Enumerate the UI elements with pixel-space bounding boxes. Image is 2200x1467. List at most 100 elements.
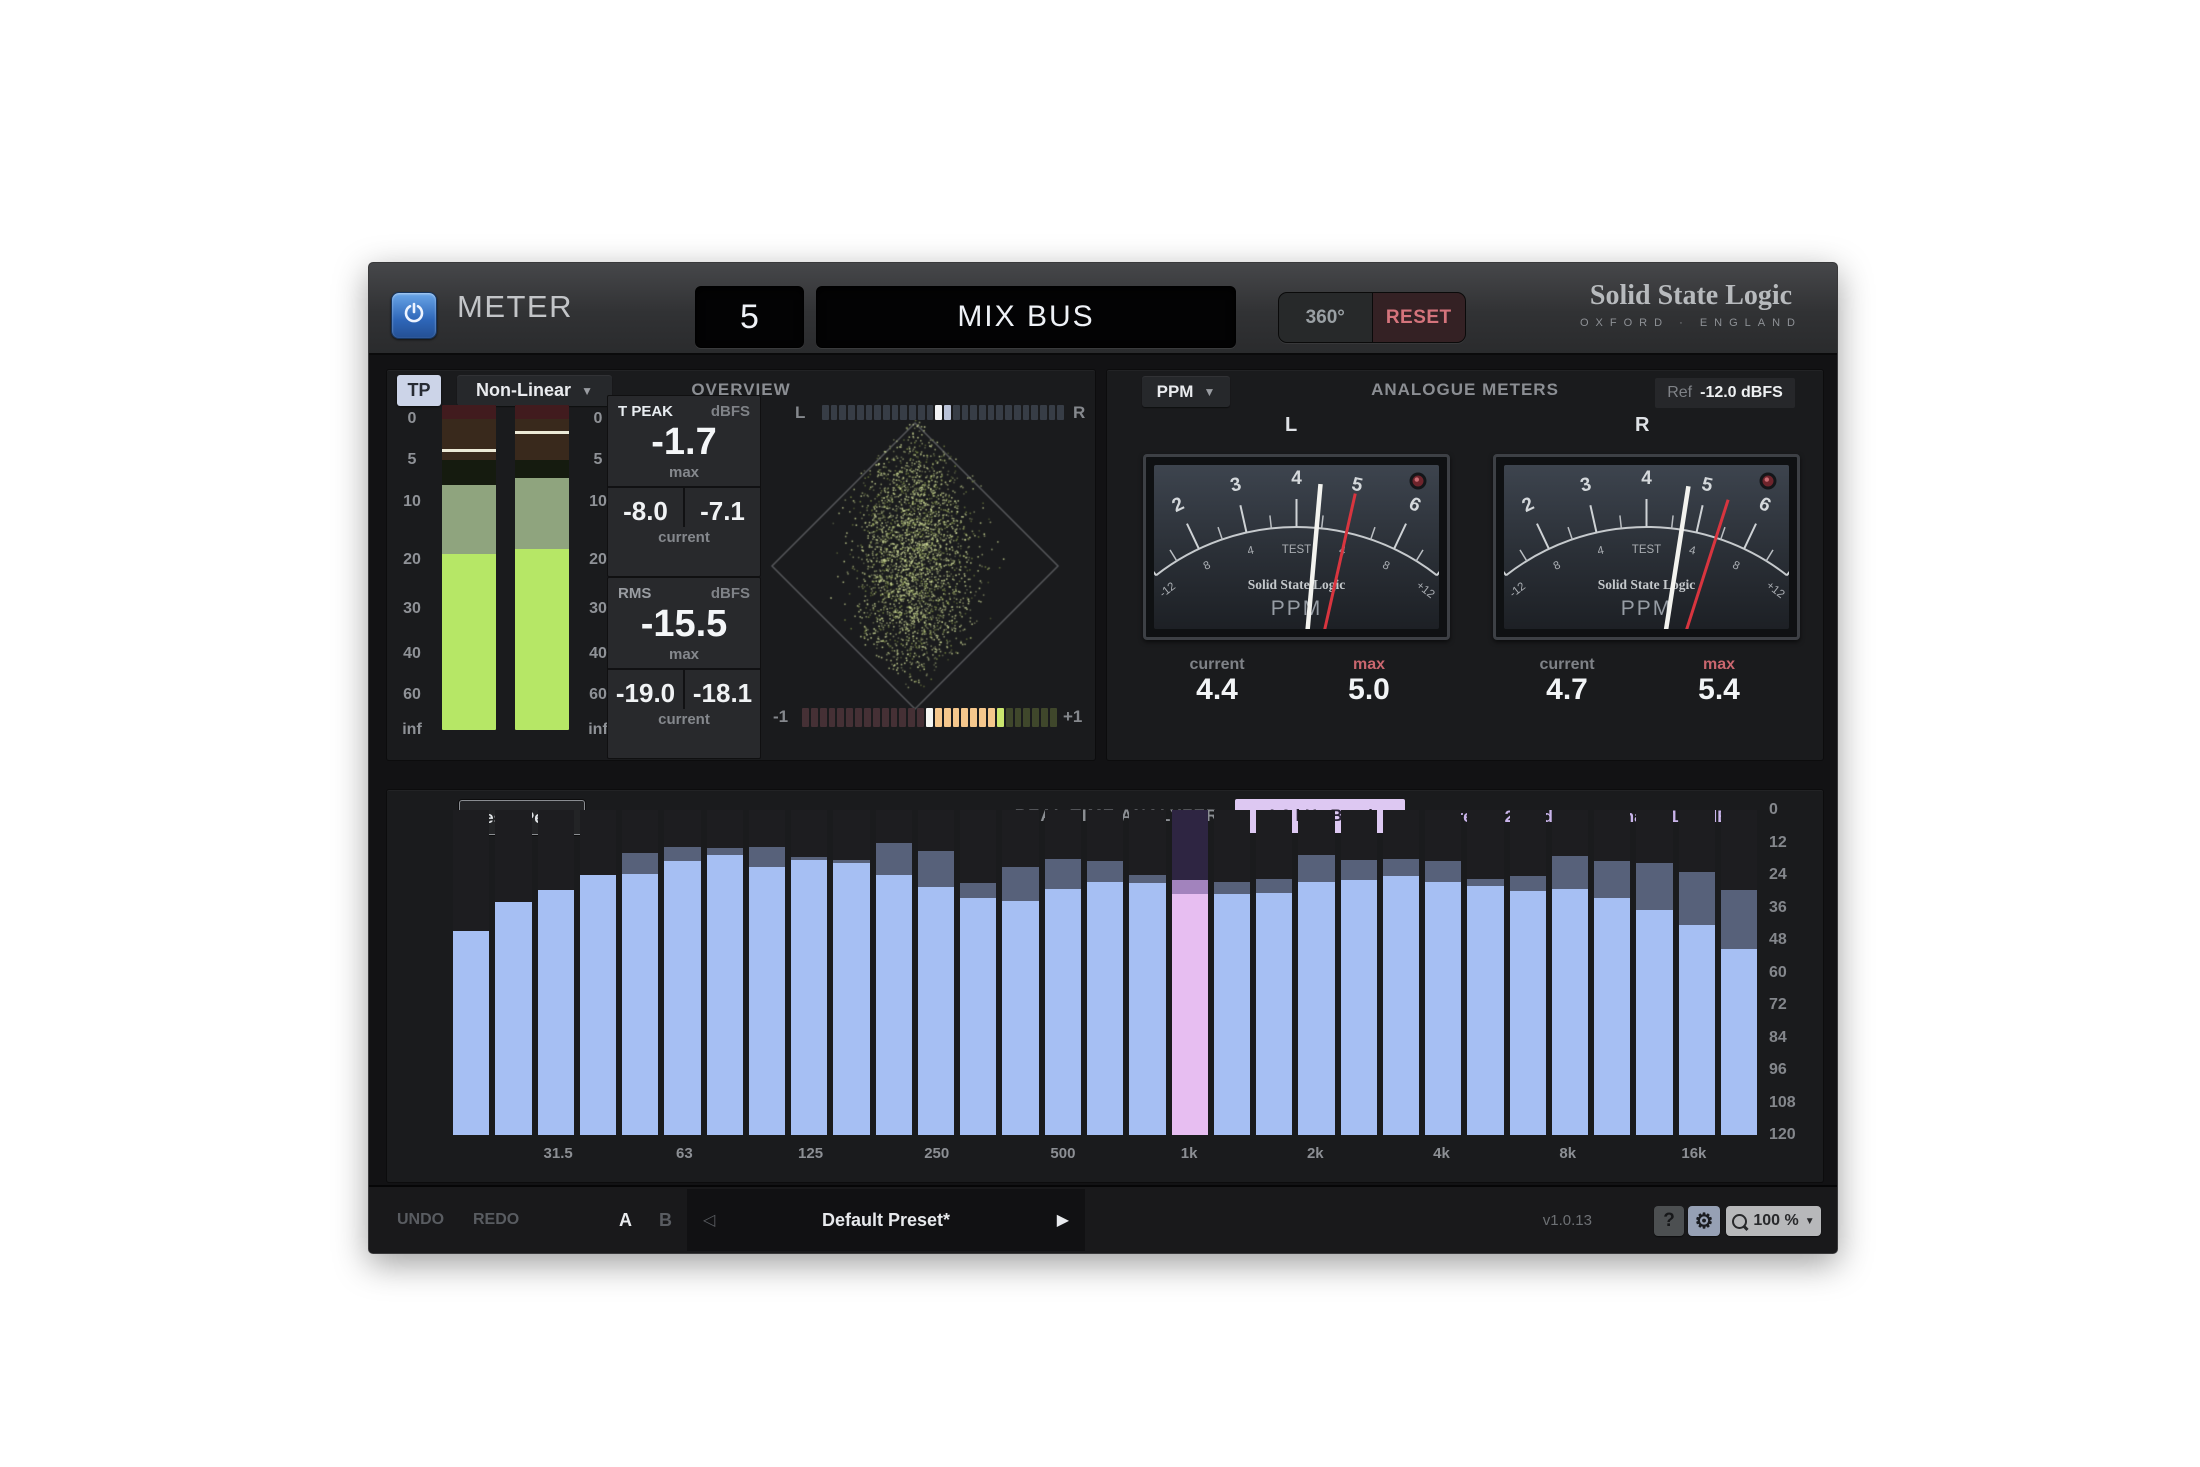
rta-level-bar — [1425, 882, 1461, 1135]
rta-peak-cap — [1594, 861, 1630, 898]
rta-level-bar — [1636, 910, 1672, 1135]
svg-text:4: 4 — [1291, 468, 1302, 489]
rta-band-16k[interactable] — [1679, 810, 1715, 1135]
rta-peak-cap — [664, 847, 700, 862]
rta-band-20[interactable] — [453, 810, 489, 1135]
rta-db-tick: 72 — [1769, 996, 1809, 1014]
balance-segment — [866, 405, 873, 420]
correlation-segment — [908, 708, 915, 727]
analog-max-value: 5.4 — [1698, 673, 1740, 707]
rta-band-40[interactable] — [580, 810, 616, 1135]
rta-level-bar — [538, 890, 574, 1135]
arrow-left-icon[interactable]: ◁ — [703, 1210, 715, 1230]
rta-peak-cap — [1510, 876, 1546, 891]
meter-scale-tick: inf — [393, 721, 431, 739]
rms-current-left: -19.0 — [608, 670, 685, 709]
analogue-mode-dropdown[interactable]: PPM ▼ — [1142, 376, 1230, 407]
rta-band-80[interactable] — [707, 810, 743, 1135]
redo-button[interactable]: REDO — [473, 1187, 519, 1253]
rta-band-1k[interactable] — [1172, 810, 1208, 1135]
rta-band-1.6k[interactable] — [1256, 810, 1292, 1135]
rta-band-250[interactable] — [918, 810, 954, 1135]
rta-band-10k[interactable] — [1594, 810, 1630, 1135]
ssl-logo-subtext: OXFORD · ENGLAND — [1567, 317, 1815, 329]
rta-band-1.25k[interactable] — [1214, 810, 1250, 1135]
rta-band-200[interactable] — [876, 810, 912, 1135]
correlation-segment — [979, 708, 986, 727]
rta-band-50[interactable] — [622, 810, 658, 1135]
rta-level-bar — [1298, 882, 1334, 1135]
undo-button[interactable]: UNDO — [397, 1187, 444, 1253]
correlation-segment — [855, 708, 862, 727]
rta-band-12.5k[interactable] — [1636, 810, 1672, 1135]
ab-compare-a[interactable]: A — [619, 1187, 632, 1253]
ab-compare-b[interactable]: B — [659, 1187, 672, 1253]
balance-segment — [1049, 405, 1056, 420]
rta-level-bar — [1002, 901, 1038, 1135]
meter-scale-tick: 10 — [393, 493, 431, 511]
rta-freq-tick: 63 — [649, 1145, 719, 1162]
tpeak-label: T PEAK — [618, 403, 673, 420]
rta-peak-cap — [1298, 855, 1334, 882]
correlation-left-label: -1 — [773, 707, 788, 727]
rta-band-125[interactable] — [791, 810, 827, 1135]
rta-band-6.3k[interactable] — [1510, 810, 1546, 1135]
settings-button[interactable]: ⚙ — [1688, 1206, 1720, 1236]
correlation-segment — [846, 708, 853, 727]
ref-value: -12.0 dBFS — [1700, 384, 1783, 402]
rta-freq-tick: 500 — [1028, 1145, 1098, 1162]
correlation-segment — [1023, 708, 1030, 727]
rta-band-400[interactable] — [1002, 810, 1038, 1135]
rta-db-tick: 84 — [1769, 1029, 1809, 1047]
rta-panel: Reset Peaks REAL TIME ANALYZER 1.0 kHz B… — [386, 789, 1824, 1183]
balance-segment — [1057, 405, 1064, 420]
rta-band-500[interactable] — [1045, 810, 1081, 1135]
rta-band-2k[interactable] — [1298, 810, 1334, 1135]
rta-peak-cap — [1129, 875, 1165, 883]
channel-name-display[interactable]: MIX BUS — [816, 286, 1236, 348]
meter-scale-tick: 0 — [393, 410, 431, 428]
zoom-control[interactable]: 100 % ▼ — [1726, 1206, 1821, 1236]
correlation-segment — [899, 708, 906, 727]
reset-button[interactable]: RESET — [1373, 293, 1466, 342]
rta-band-4k[interactable] — [1425, 810, 1461, 1135]
rta-band-5k[interactable] — [1467, 810, 1503, 1135]
tpeak-readout: T PEAK dBFS -1.7 max -8.0 -7.1 current — [607, 395, 761, 577]
rta-peak-cap — [1002, 867, 1038, 901]
reference-level-control[interactable]: Ref -12.0 dBFS — [1655, 378, 1795, 408]
360-button[interactable]: 360° — [1279, 293, 1373, 342]
rta-band-100[interactable] — [749, 810, 785, 1135]
rta-band-3.15k[interactable] — [1383, 810, 1419, 1135]
correlation-segment — [864, 708, 871, 727]
correlation-segment — [811, 708, 818, 727]
power-button[interactable] — [391, 292, 437, 339]
arrow-right-icon[interactable]: ▶ — [1057, 1210, 1069, 1230]
rta-peak-cap — [1552, 856, 1588, 889]
svg-text:Solid State Logic: Solid State Logic — [1248, 577, 1346, 592]
rta-band-20k[interactable] — [1721, 810, 1757, 1135]
help-button[interactable]: ? — [1654, 1206, 1684, 1236]
rta-band-2.5k[interactable] — [1341, 810, 1377, 1135]
rta-band-63[interactable] — [664, 810, 700, 1135]
rms-label: RMS — [618, 585, 651, 602]
balance-segment — [831, 405, 838, 420]
rta-band-160[interactable] — [833, 810, 869, 1135]
zoom-value: 100 % — [1753, 1212, 1798, 1230]
svg-text:4: 4 — [1641, 468, 1652, 489]
rta-peak-cap — [960, 883, 996, 898]
rta-freq-tick: 2k — [1280, 1145, 1350, 1162]
rta-level-bar — [580, 875, 616, 1135]
instance-number-display[interactable]: 5 — [695, 286, 804, 348]
rta-level-bar — [749, 867, 785, 1135]
rta-band-800[interactable] — [1129, 810, 1165, 1135]
rta-band-25[interactable] — [495, 810, 531, 1135]
preset-name[interactable]: Default Preset* — [822, 1210, 950, 1231]
rta-peak-cap — [918, 851, 954, 888]
gear-icon: ⚙ — [1695, 1209, 1714, 1234]
rta-db-tick: 60 — [1769, 964, 1809, 982]
rta-level-bar — [707, 855, 743, 1135]
rta-band-31.5[interactable] — [538, 810, 574, 1135]
rta-band-315[interactable] — [960, 810, 996, 1135]
rta-band-630[interactable] — [1087, 810, 1123, 1135]
rta-band-8k[interactable] — [1552, 810, 1588, 1135]
